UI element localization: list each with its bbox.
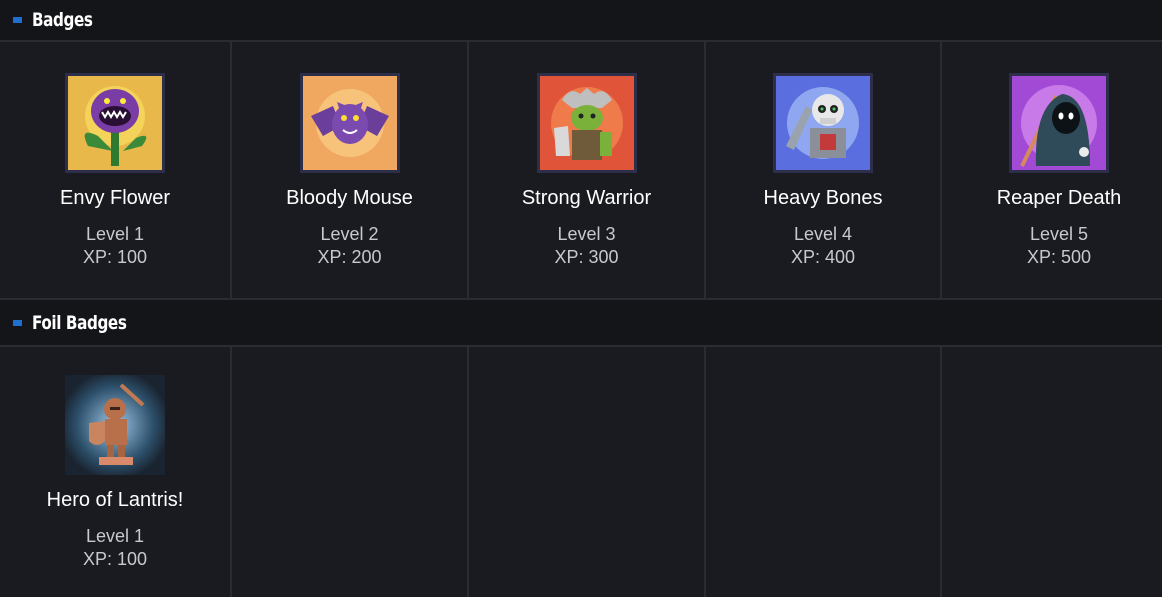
badge-level: Level 1 — [85, 526, 145, 546]
section-title: Badges — [32, 9, 93, 31]
bloody-mouse-icon — [299, 73, 400, 173]
badge-card[interactable]: Hero of Lantris! Level 1 XP: 100 — [0, 347, 230, 597]
badge-card[interactable]: Strong Warrior Level 3 XP: 300 — [469, 42, 704, 298]
badge-level: Level 4 — [793, 224, 853, 244]
badge-xp: XP: 200 — [317, 247, 382, 267]
empty-badge-slot — [469, 347, 704, 597]
badge-card[interactable]: Heavy Bones Level 4 XP: 400 — [706, 42, 940, 298]
badge-card[interactable]: Bloody Mouse Level 2 XP: 200 — [232, 42, 467, 298]
section-title: Foil Badges — [32, 311, 127, 334]
badge-level: Level 3 — [557, 224, 616, 244]
hero-of-lantris-icon — [65, 375, 165, 475]
badge-name: Reaper Death — [996, 187, 1122, 209]
badge-name: Envy Flower — [59, 187, 171, 209]
badge-level: Level 1 — [85, 224, 145, 244]
badge-level: Level 5 — [1029, 224, 1089, 244]
section-header-badges: Badges — [0, 0, 1162, 42]
empty-badge-slot — [706, 347, 940, 597]
section-marker — [13, 17, 22, 23]
badge-xp: XP: 300 — [554, 247, 619, 267]
section-header-foil-badges: Foil Badges — [0, 300, 1162, 347]
strong-warrior-icon — [536, 73, 637, 173]
heavy-bones-icon — [773, 73, 873, 173]
badge-xp: XP: 100 — [82, 247, 148, 267]
badges-grid: Envy Flower Level 1 XP: 100 Bloody Mouse… — [0, 42, 1162, 300]
badge-card[interactable]: Envy Flower Level 1 XP: 100 — [0, 42, 230, 298]
reaper-death-icon — [1009, 73, 1109, 173]
section-marker — [13, 319, 22, 326]
badge-name: Strong Warrior — [521, 187, 652, 209]
badge-card[interactable]: Reaper Death Level 5 XP: 500 — [942, 42, 1162, 298]
badge-level: Level 2 — [320, 224, 379, 244]
badge-name: Bloody Mouse — [286, 187, 413, 209]
empty-badge-slot — [942, 347, 1162, 597]
foil-badges-grid: Hero of Lantris! Level 1 XP: 100 — [0, 347, 1162, 597]
empty-badge-slot — [232, 347, 467, 597]
envy-flower-icon — [65, 73, 165, 173]
badge-xp: XP: 400 — [790, 247, 856, 267]
badge-xp: XP: 500 — [1026, 247, 1092, 267]
badge-xp: XP: 100 — [82, 549, 148, 569]
badge-name: Heavy Bones — [763, 187, 883, 209]
badge-name: Hero of Lantris! — [46, 489, 184, 511]
